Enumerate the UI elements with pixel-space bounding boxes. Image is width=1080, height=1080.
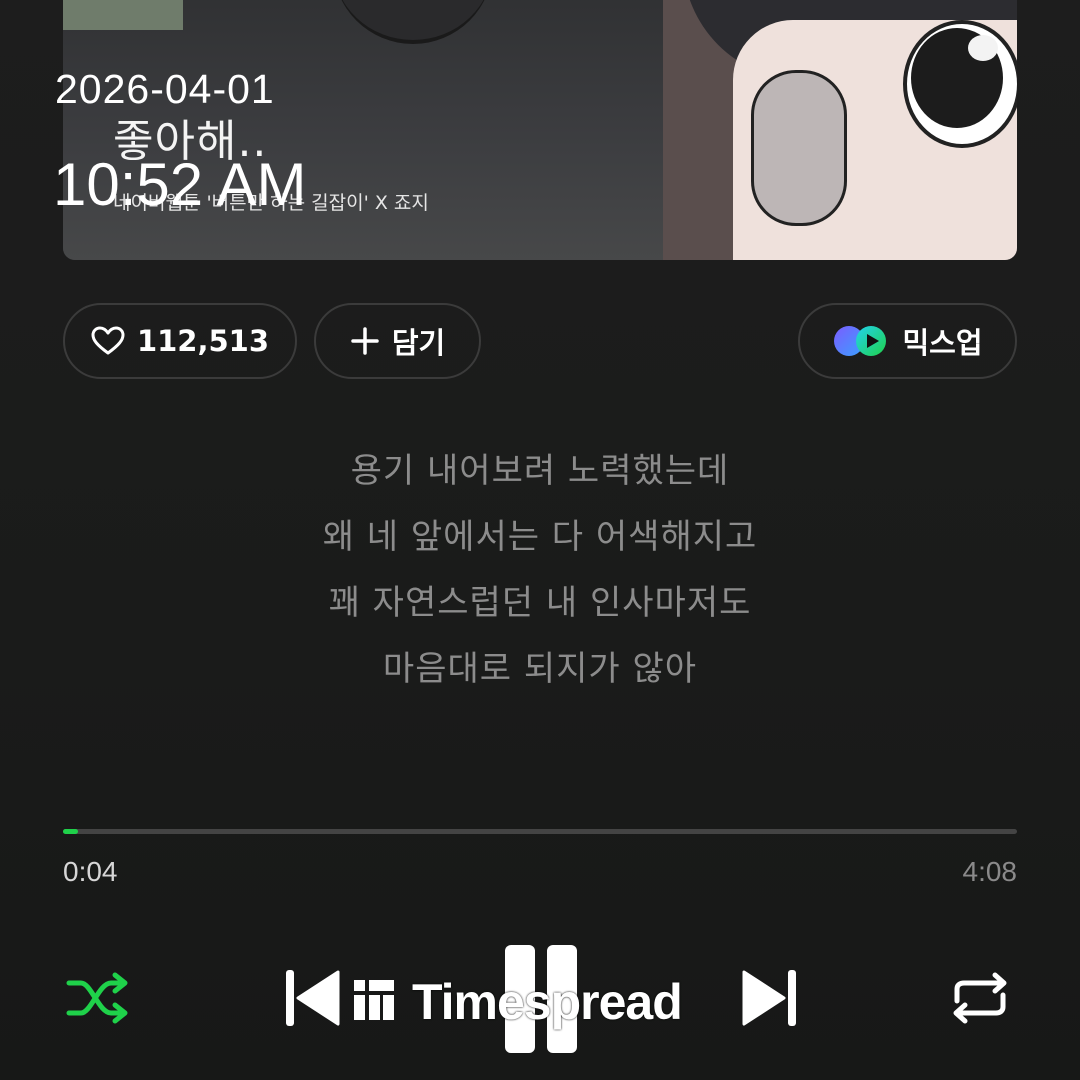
next-button[interactable]: [740, 968, 800, 1032]
overlay-time: 10:52 AM: [53, 151, 307, 218]
shuffle-button[interactable]: [63, 970, 133, 1030]
like-count: 112,513: [136, 324, 270, 358]
skip-previous-icon: [284, 968, 340, 1032]
total-time: 4:08: [962, 856, 1018, 887]
skip-next-icon: [742, 968, 798, 1032]
watermark-text: Timespread: [412, 974, 683, 1030]
album-art: 좋아해.. 네이버웹툰 '버튼만 하는 길잡이' X 죠지: [63, 0, 1017, 260]
repeat-icon: [949, 971, 1011, 1029]
lyric-line: 꽤 자연스럽던 내 인사마저도: [328, 583, 752, 623]
art-background: [63, 0, 183, 30]
mixup-button[interactable]: 믹스업: [798, 303, 1017, 379]
shuffle-icon: [65, 971, 131, 1029]
lyric-line: 왜 네 앞에서는 다 어색해지고: [322, 517, 758, 557]
art-glint: [968, 35, 998, 61]
lyric-line: 용기 내어보려 노력했는데: [350, 451, 730, 491]
overlay-date: 2026-04-01: [55, 66, 275, 112]
add-label: 담기: [391, 326, 446, 360]
mixup-label: 믹스업: [902, 326, 983, 360]
plus-icon: [350, 326, 380, 356]
mixup-logo-icon: [832, 324, 890, 358]
add-to-playlist-button[interactable]: 담기: [314, 303, 481, 379]
heart-icon: [91, 326, 125, 356]
progress-fill: [63, 829, 79, 834]
repeat-button[interactable]: [945, 970, 1015, 1030]
progress-track[interactable]: [63, 829, 1017, 834]
current-time: 0:04: [63, 856, 118, 887]
art-ear: [751, 70, 847, 226]
lyric-line: 마음대로 되지가 않아: [382, 649, 698, 689]
watermark-logo-icon: [352, 978, 396, 1026]
like-button[interactable]: 112,513: [63, 303, 297, 379]
watermark: Timespread: [352, 972, 683, 1032]
lyrics-panel[interactable]: 용기 내어보려 노력했는데 왜 네 앞에서는 다 어색해지고 꽤 자연스럽던 내…: [0, 438, 1080, 702]
previous-button[interactable]: [282, 968, 342, 1032]
